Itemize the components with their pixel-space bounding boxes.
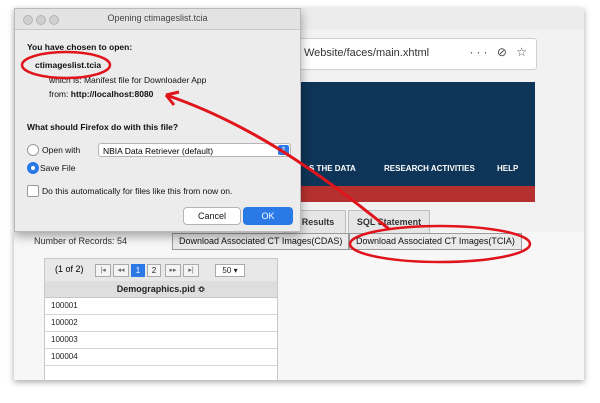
- screenshot-frame: Website/faces/main.xhtml ··· ⊘ ☆ S THE D…: [14, 8, 584, 380]
- arrow-annotation: [165, 93, 390, 231]
- filename-circle-annotation: [20, 50, 112, 80]
- tcia-button-circle-annotation: [348, 224, 532, 264]
- annotation-overlay: [20, 50, 532, 264]
